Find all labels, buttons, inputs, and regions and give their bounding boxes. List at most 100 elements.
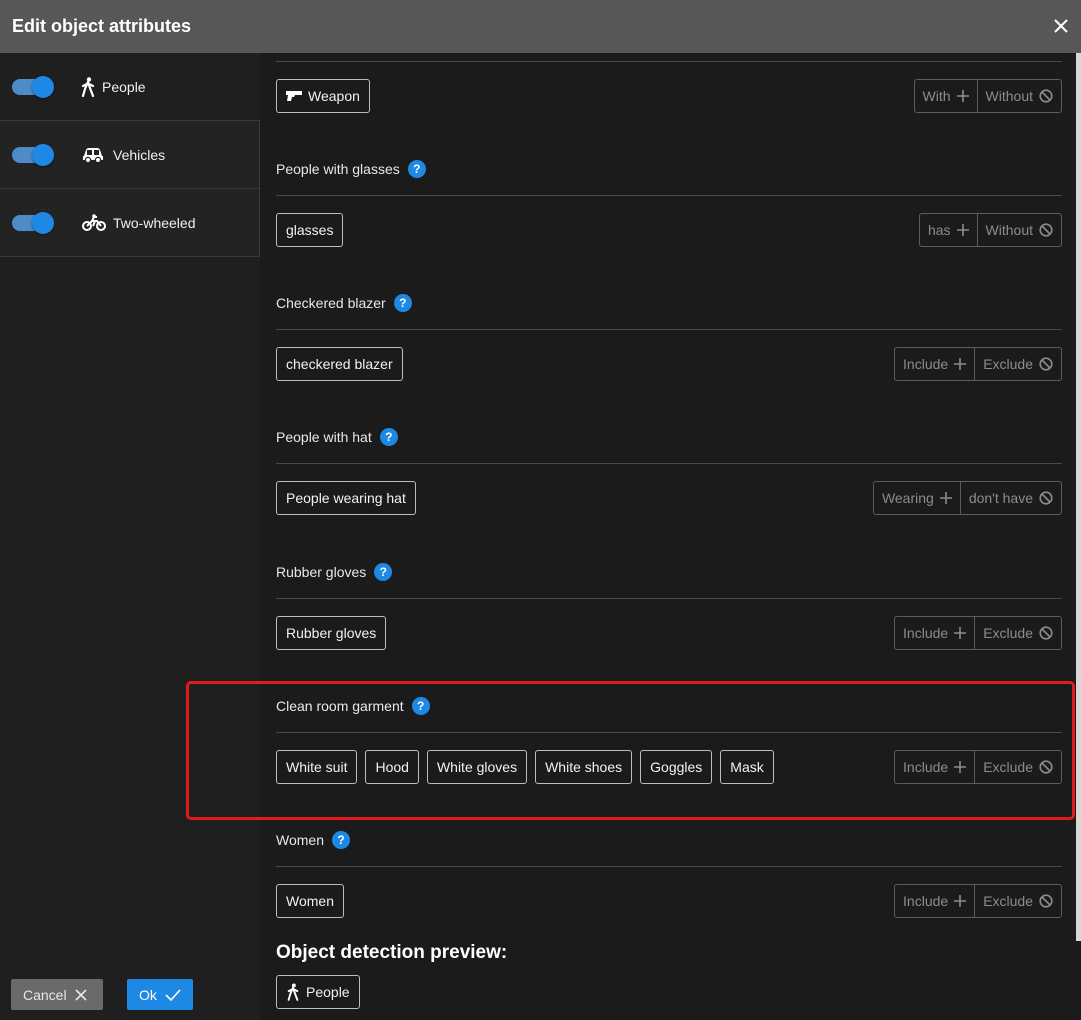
divider	[276, 598, 1062, 599]
chip-women[interactable]: Women	[276, 884, 344, 918]
checkmark-icon	[165, 988, 181, 1001]
scrollbar[interactable]	[1076, 53, 1081, 941]
plus-icon	[954, 761, 967, 773]
chip-rubber-gloves[interactable]: Rubber gloves	[276, 616, 387, 650]
divider	[276, 732, 1062, 733]
walking-person-icon	[287, 983, 299, 1001]
chip-checkered-blazer[interactable]: checkered blazer	[276, 347, 403, 381]
include-label: Include	[903, 356, 949, 372]
divider	[276, 866, 1062, 867]
include-button[interactable]: Include	[894, 750, 976, 784]
chip-row: Rubber gloves	[276, 616, 387, 650]
include-label: has	[927, 222, 951, 238]
two-wheeled-toggle[interactable]	[12, 211, 54, 234]
help-icon[interactable]: ?	[407, 160, 426, 178]
chip-weapon[interactable]: Weapon	[276, 79, 370, 113]
help-icon[interactable]: ?	[331, 831, 350, 849]
chip-row: checkered blazer	[276, 347, 403, 381]
chip-mask[interactable]: Mask	[720, 750, 774, 784]
include-exclude-toggle: With Without	[913, 79, 1062, 113]
include-label: Include	[903, 893, 949, 909]
chip-label: glasses	[286, 222, 334, 238]
sidebar-item-vehicles[interactable]: Vehicles	[0, 121, 260, 189]
chip-row: White suit Hood White gloves White shoes…	[276, 750, 774, 784]
include-exclude-toggle: Include Exclude	[894, 616, 1062, 650]
plus-icon	[954, 358, 967, 370]
block-icon	[1039, 357, 1053, 371]
pistol-icon	[286, 91, 302, 101]
exclude-button[interactable]: Exclude	[974, 884, 1062, 918]
block-icon	[1039, 89, 1053, 103]
chip-label: Hood	[375, 759, 409, 775]
exclude-label: Exclude	[983, 625, 1033, 641]
block-icon	[1039, 894, 1053, 908]
chip-glasses[interactable]: glasses	[276, 213, 344, 247]
help-icon[interactable]: ?	[393, 294, 412, 312]
exclude-label: Without	[985, 88, 1033, 104]
chip-white-suit[interactable]: White suit	[276, 750, 358, 784]
walking-person-icon	[80, 76, 96, 97]
chip-goggles[interactable]: Goggles	[640, 750, 713, 784]
include-button[interactable]: With	[913, 79, 978, 113]
close-icon	[1054, 19, 1068, 33]
divider	[276, 195, 1062, 196]
section-title: Rubber gloves	[276, 564, 367, 580]
plus-icon	[954, 895, 967, 907]
vehicles-toggle[interactable]	[12, 143, 54, 166]
chip-label: People wearing hat	[286, 490, 406, 506]
help-icon[interactable]: ?	[411, 697, 430, 715]
chip-label: People	[306, 984, 350, 1000]
motorcycle-icon	[82, 213, 106, 232]
exclude-button[interactable]: Exclude	[974, 347, 1062, 381]
include-button[interactable]: has	[918, 213, 978, 247]
sidebar-item-label: Vehicles	[113, 146, 166, 163]
help-icon[interactable]: ?	[379, 428, 398, 446]
include-label: Include	[903, 759, 949, 775]
include-button[interactable]: Include	[894, 884, 976, 918]
plus-icon	[956, 90, 969, 102]
block-icon	[1039, 626, 1053, 640]
exclude-button[interactable]: Exclude	[974, 750, 1062, 784]
chip-label: Mask	[730, 759, 764, 775]
exclude-label: Without	[985, 222, 1033, 238]
block-icon	[1039, 223, 1053, 237]
include-label: Wearing	[881, 490, 934, 506]
include-button[interactable]: Include	[894, 616, 976, 650]
chip-white-shoes[interactable]: White shoes	[535, 750, 633, 784]
chip-people-wearing-hat[interactable]: People wearing hat	[276, 481, 416, 515]
sidebar-item-people[interactable]: People	[0, 53, 260, 121]
section-title: Clean room garment	[276, 698, 404, 714]
car-icon	[82, 147, 104, 163]
sidebar-item-two-wheeled[interactable]: Two-wheeled	[0, 189, 260, 257]
help-icon[interactable]: ?	[374, 563, 393, 581]
chip-row: Women	[276, 884, 344, 918]
dialog-title-bar: Edit object attributes	[0, 0, 1081, 53]
exclude-label: Exclude	[983, 356, 1033, 372]
close-button[interactable]	[1049, 14, 1073, 38]
divider	[276, 463, 1062, 464]
exclude-button[interactable]: Exclude	[974, 616, 1062, 650]
exclude-button[interactable]: don't have	[959, 481, 1062, 515]
include-button[interactable]: Include	[894, 347, 976, 381]
exclude-button[interactable]: Without	[976, 213, 1062, 247]
exclude-button[interactable]: Without	[976, 79, 1062, 113]
sidebar: People Vehicles Two-wheeled	[0, 53, 260, 1020]
exclude-label: Exclude	[983, 893, 1033, 909]
ok-button[interactable]: Ok	[127, 979, 193, 1010]
attributes-panel: Weapon With Without People with glasses …	[260, 53, 1076, 1020]
section-title: Checkered blazer	[276, 295, 386, 311]
section-header: Women ?	[276, 831, 350, 849]
chip-white-gloves[interactable]: White gloves	[426, 750, 528, 784]
section-title: People with glasses	[276, 161, 400, 177]
close-icon	[75, 988, 87, 1001]
section-title: Women	[276, 832, 324, 848]
block-icon	[1039, 760, 1053, 774]
people-toggle[interactable]	[12, 75, 54, 98]
include-exclude-toggle: Wearing don't have	[872, 481, 1062, 515]
cancel-button[interactable]: Cancel	[11, 979, 103, 1010]
chip-hood[interactable]: Hood	[365, 750, 419, 784]
include-label: With	[922, 88, 951, 104]
sidebar-item-label: Two-wheeled	[113, 214, 196, 231]
chip-label: White suit	[286, 759, 348, 775]
include-button[interactable]: Wearing	[872, 481, 961, 515]
